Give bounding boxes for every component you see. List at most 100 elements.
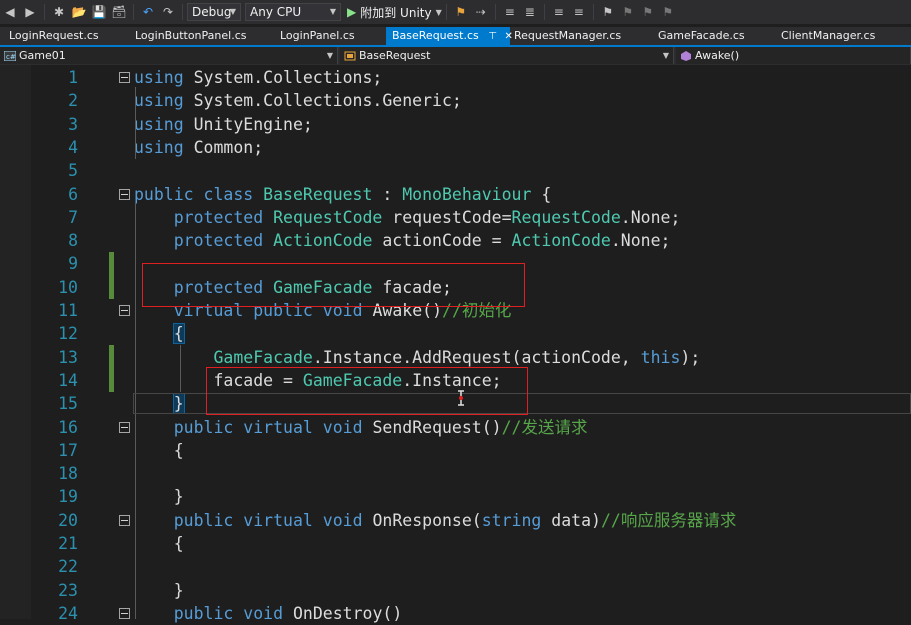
code-line[interactable]: 17 { (0, 439, 911, 462)
fold-collapse-icon[interactable] (119, 607, 130, 619)
attach-unity-button[interactable]: ▶ 附加到 Unity ▼ (347, 4, 442, 21)
code-text: public void OnDestroy() (134, 602, 403, 625)
tab-loginbuttonpanel[interactable]: LoginButtonPanel.cs (135, 27, 246, 45)
tab-loginpanel[interactable]: LoginPanel.cs (280, 27, 355, 45)
code-line[interactable]: 6 public class BaseRequest : MonoBehaviou… (0, 183, 911, 206)
pin-icon[interactable]: ⊤ (488, 31, 497, 42)
code-line[interactable]: 21 { (0, 532, 911, 555)
line-number: 11 (58, 301, 78, 320)
fold-collapse-icon[interactable] (119, 188, 130, 200)
text-token: UnityEngine; (183, 114, 313, 134)
code-line[interactable]: 4 using Common; (0, 136, 911, 159)
code-text: protected ActionCode actionCode = Action… (134, 229, 671, 252)
line-number: 20 (58, 510, 78, 530)
tab-clientmanager[interactable]: ClientManager.cs (781, 27, 875, 45)
code-line[interactable]: 24 public void OnDestroy() (0, 602, 911, 625)
line-number: 19 (58, 487, 78, 507)
keyword-token: void (243, 603, 284, 623)
tab-loginrequest[interactable]: LoginRequest.cs (9, 27, 99, 45)
toolbar-separator (592, 4, 594, 20)
attach-unity-label: 附加到 Unity (360, 5, 432, 20)
code-line[interactable]: 5 (0, 159, 911, 182)
keyword-token: using (134, 137, 184, 157)
type-token: RequestCode (511, 207, 621, 227)
indent-icon[interactable]: ≣ (522, 2, 538, 22)
chevron-down-icon: ▼ (229, 7, 236, 16)
configuration-value: Debug (192, 5, 232, 19)
line-number: 4 (68, 137, 78, 157)
type-token: BaseRequest (263, 184, 373, 204)
line-number: 17 (58, 440, 78, 460)
code-line[interactable]: 8 protected ActionCode actionCode = Acti… (0, 229, 911, 252)
code-line[interactable]: 2 using System.Collections.Generic; (0, 89, 911, 112)
line-number: 18 (58, 464, 78, 484)
code-line[interactable]: 3 using UnityEngine; (0, 113, 911, 136)
line-number: 14 (58, 370, 78, 390)
comment-icon[interactable]: ≡ (551, 2, 567, 22)
keyword-token: class (203, 184, 254, 204)
type-token: RequestCode (273, 207, 383, 227)
browser-link-icon[interactable]: ⚑ (453, 2, 469, 22)
line-number: 22 (58, 557, 78, 577)
undo-icon[interactable]: ↶ (140, 2, 156, 22)
tab-requestmanager[interactable]: RequestManager.cs (514, 27, 621, 45)
code-editor[interactable]: 1 using System.Collections; 2 using System.… (0, 65, 911, 623)
code-line[interactable]: 20 public virtual void OnResponse(string… (0, 509, 911, 532)
code-line[interactable]: 16 public virtual void SendRequest()//发送… (0, 416, 911, 439)
fold-collapse-icon[interactable] (119, 72, 130, 83)
prev-bookmark-icon[interactable]: ⚑ (620, 2, 636, 22)
class-dropdown[interactable]: BaseRequest ▼ (340, 47, 674, 64)
tab-gamefacade[interactable]: GameFacade.cs (658, 27, 745, 45)
forward-icon[interactable]: ▶ (22, 2, 38, 22)
open-folder-icon[interactable]: 📂 (71, 2, 87, 22)
uncomment-icon[interactable]: ≡ (571, 2, 587, 22)
text-token: OnDestroy() (283, 603, 403, 623)
member-dropdown[interactable]: Awake() (676, 47, 911, 64)
matched-brace: { (172, 323, 185, 345)
fold-collapse-icon[interactable] (119, 305, 130, 316)
chevron-down-icon: ▼ (435, 7, 442, 17)
type-token: ActionCode (273, 231, 373, 251)
save-all-icon[interactable]: 🗃 (111, 2, 127, 22)
bookmark-icon[interactable]: ⚑ (600, 2, 616, 22)
code-text: public class BaseRequest : MonoBehaviour… (134, 183, 551, 206)
step-icon[interactable]: ⇢ (473, 2, 489, 22)
format-icon[interactable]: ≡ (502, 2, 518, 22)
next-bookmark-icon[interactable]: ⚑ (640, 2, 656, 22)
text-token: .None; (610, 231, 671, 251)
code-line[interactable]: 23 } (0, 579, 911, 602)
comment-token: //发送请求 (501, 417, 588, 437)
clear-bookmarks-icon[interactable]: ⚑ (660, 2, 676, 22)
code-line[interactable]: 12 { (0, 322, 911, 345)
configuration-select[interactable]: Debug ▼ (187, 3, 241, 21)
close-icon[interactable]: ✕ (504, 31, 512, 42)
project-dropdown[interactable]: c# Game01 ▼ (0, 47, 338, 64)
fold-collapse-icon[interactable] (119, 421, 130, 433)
tab-baserequest[interactable]: BaseRequest.cs ⊤ ✕ (386, 27, 513, 45)
code-line[interactable]: 7 protected RequestCode requestCode=Requ… (0, 206, 911, 229)
code-text: } (134, 579, 184, 602)
new-project-icon[interactable]: ✱ (51, 2, 67, 22)
code-line[interactable]: 19 } (0, 485, 911, 508)
platform-select[interactable]: Any CPU ▼ (245, 3, 341, 21)
code-line[interactable]: 13 GameFacade.Instance.AddRequest(action… (0, 346, 911, 369)
toolbar-separator (133, 4, 134, 20)
fold-collapse-icon[interactable] (119, 514, 130, 526)
code-line[interactable]: 18 (0, 462, 911, 485)
text-token: OnResponse( (362, 510, 482, 530)
play-icon: ▶ (347, 5, 357, 19)
save-icon[interactable]: 💾 (91, 2, 107, 22)
back-icon[interactable]: ◀ (2, 2, 18, 22)
text-token: } (134, 487, 184, 507)
redo-icon[interactable]: ↷ (160, 2, 176, 22)
keyword-token: public (134, 184, 194, 204)
code-line[interactable]: 1 using System.Collections; (0, 66, 911, 89)
text-token: } (134, 580, 184, 600)
code-line[interactable]: 22 (0, 555, 911, 578)
code-text: public virtual void SendRequest()//发送请求 (134, 416, 588, 439)
line-number: 6 (68, 184, 78, 204)
